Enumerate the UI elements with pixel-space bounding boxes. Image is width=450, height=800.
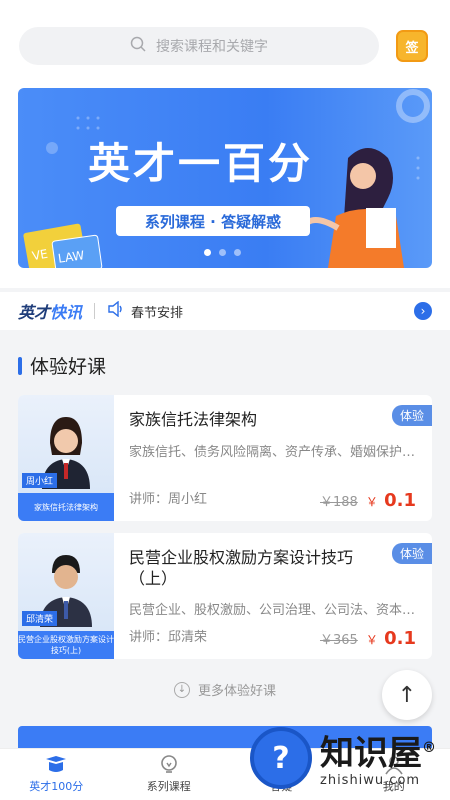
search-input[interactable]: 搜索课程和关键字 (19, 27, 379, 65)
original-price: ￥365 (319, 633, 358, 648)
chevron-down-icon: ↓ (173, 681, 190, 698)
currency-symbol: ￥ (365, 633, 378, 647)
pagination-dot-2[interactable] (219, 249, 226, 256)
tab-series-label: 系列课程 (146, 780, 191, 793)
course-price: ￥365 ￥ 0.1 (320, 628, 416, 649)
news-brand: 英才快讯 (18, 299, 82, 323)
thumbnail-caption: 家族信托法律架构 (18, 493, 114, 521)
watermark-domain: zhishiwu.com (320, 773, 421, 789)
watermark-title: 知识屋® (320, 728, 436, 773)
course-thumbnail: 邱清荣 民营企业股权激励方案设计技巧(上) (18, 533, 114, 659)
pagination-dot-3[interactable] (234, 249, 241, 256)
book-icon (45, 755, 67, 775)
current-price: ￥ 0.1 (366, 490, 416, 511)
sign-in-button[interactable]: 签 (396, 30, 428, 62)
course-card[interactable]: 周小红 家族信托法律架构 体验 家族信托法律架构 家族信托、债务风险隔离、资产传… (18, 395, 432, 521)
current-price: ￥ 0.1 (366, 628, 416, 649)
news-brand-a: 英才 (18, 303, 51, 322)
course-thumbnail: 周小红 家族信托法律架构 (18, 395, 114, 521)
banner-subtitle: 系列课程 · 答疑解惑 (116, 206, 310, 236)
trial-badge: 体验 (391, 405, 432, 426)
course-card[interactable]: 邱清荣 民营企业股权激励方案设计技巧(上) 体验 民营企业股权激励方案设计技巧（… (18, 533, 432, 659)
watermark-text: 知识屋® zhishiwu.com (320, 728, 436, 788)
news-ticker[interactable]: 英才快讯 春节安排 › (0, 292, 450, 330)
bulb-icon (158, 755, 180, 775)
experience-courses-section: 体验好课 周小红 家族信托法律架构 体验 家族信托法律架构 家族信托、债务风险隔… (0, 340, 450, 710)
trial-badge: 体验 (391, 543, 432, 564)
tab-home-label: 英才100分 (29, 780, 84, 793)
sign-in-label: 签 (405, 40, 419, 56)
current-price-value: 0.1 (384, 490, 416, 511)
section-title: 体验好课 (18, 352, 106, 379)
pagination-dot-1[interactable] (204, 249, 211, 256)
promo-banner[interactable]: 英才一百分 系列课程 · 答疑解惑 VE LAW (18, 88, 432, 268)
section-title-text: 体验好课 (30, 356, 107, 378)
banner-pagination (204, 249, 241, 256)
original-price: ￥188 (319, 495, 358, 510)
news-text[interactable]: 春节安排 (131, 302, 414, 321)
banner-title: 英才一百分 (88, 139, 314, 188)
thumbnail-caption: 民营企业股权激励方案设计技巧(上) (18, 631, 114, 659)
watermark-title-text: 知识屋 (320, 733, 422, 774)
course-title: 民营企业股权激励方案设计技巧（上） (129, 548, 354, 588)
course-title: 家族信托法律架构 (129, 410, 258, 429)
course-teacher: 讲师：周小红 (129, 492, 208, 507)
top-area: 搜索课程和关键字 签 英才一百分 系列课程 · 答疑解惑 VE LAW (0, 0, 450, 288)
course-description: 家族信托、债务风险隔离、资产传承、婚姻保护… (129, 445, 416, 460)
watermark-registered-mark: ® (422, 739, 436, 756)
search-placeholder: 搜索课程和关键字 (156, 39, 268, 55)
news-divider (94, 303, 96, 319)
more-courses-label: 更多体验好课 (197, 684, 276, 699)
lecturer-name-tag: 邱清荣 (22, 611, 58, 626)
currency-symbol: ￥ (365, 495, 378, 509)
tab-series[interactable]: 系列课程 (124, 755, 214, 794)
banner-tag-ve: VE (30, 246, 49, 264)
speaker-icon (107, 300, 125, 321)
lecturer-name-tag: 周小红 (22, 473, 58, 488)
course-description: 民营企业、股权激励、公司治理、公司法、资本… (129, 603, 416, 618)
news-brand-b: 快讯 (50, 303, 83, 322)
course-teacher: 讲师：邱清荣 (129, 630, 208, 645)
current-price-value: 0.1 (384, 628, 416, 649)
course-price: ￥188 ￥ 0.1 (320, 490, 416, 511)
search-icon (130, 36, 146, 56)
section-title-bar (18, 356, 22, 375)
tab-home[interactable]: 英才100分 (11, 755, 101, 794)
arrow-up-icon: ↑ (397, 682, 417, 708)
watermark-logo: ? (250, 727, 312, 789)
chevron-right-icon[interactable]: › (414, 302, 432, 320)
back-to-top-button[interactable]: ↑ (382, 670, 432, 720)
watermark: ? 知识屋® zhishiwu.com (250, 718, 450, 798)
